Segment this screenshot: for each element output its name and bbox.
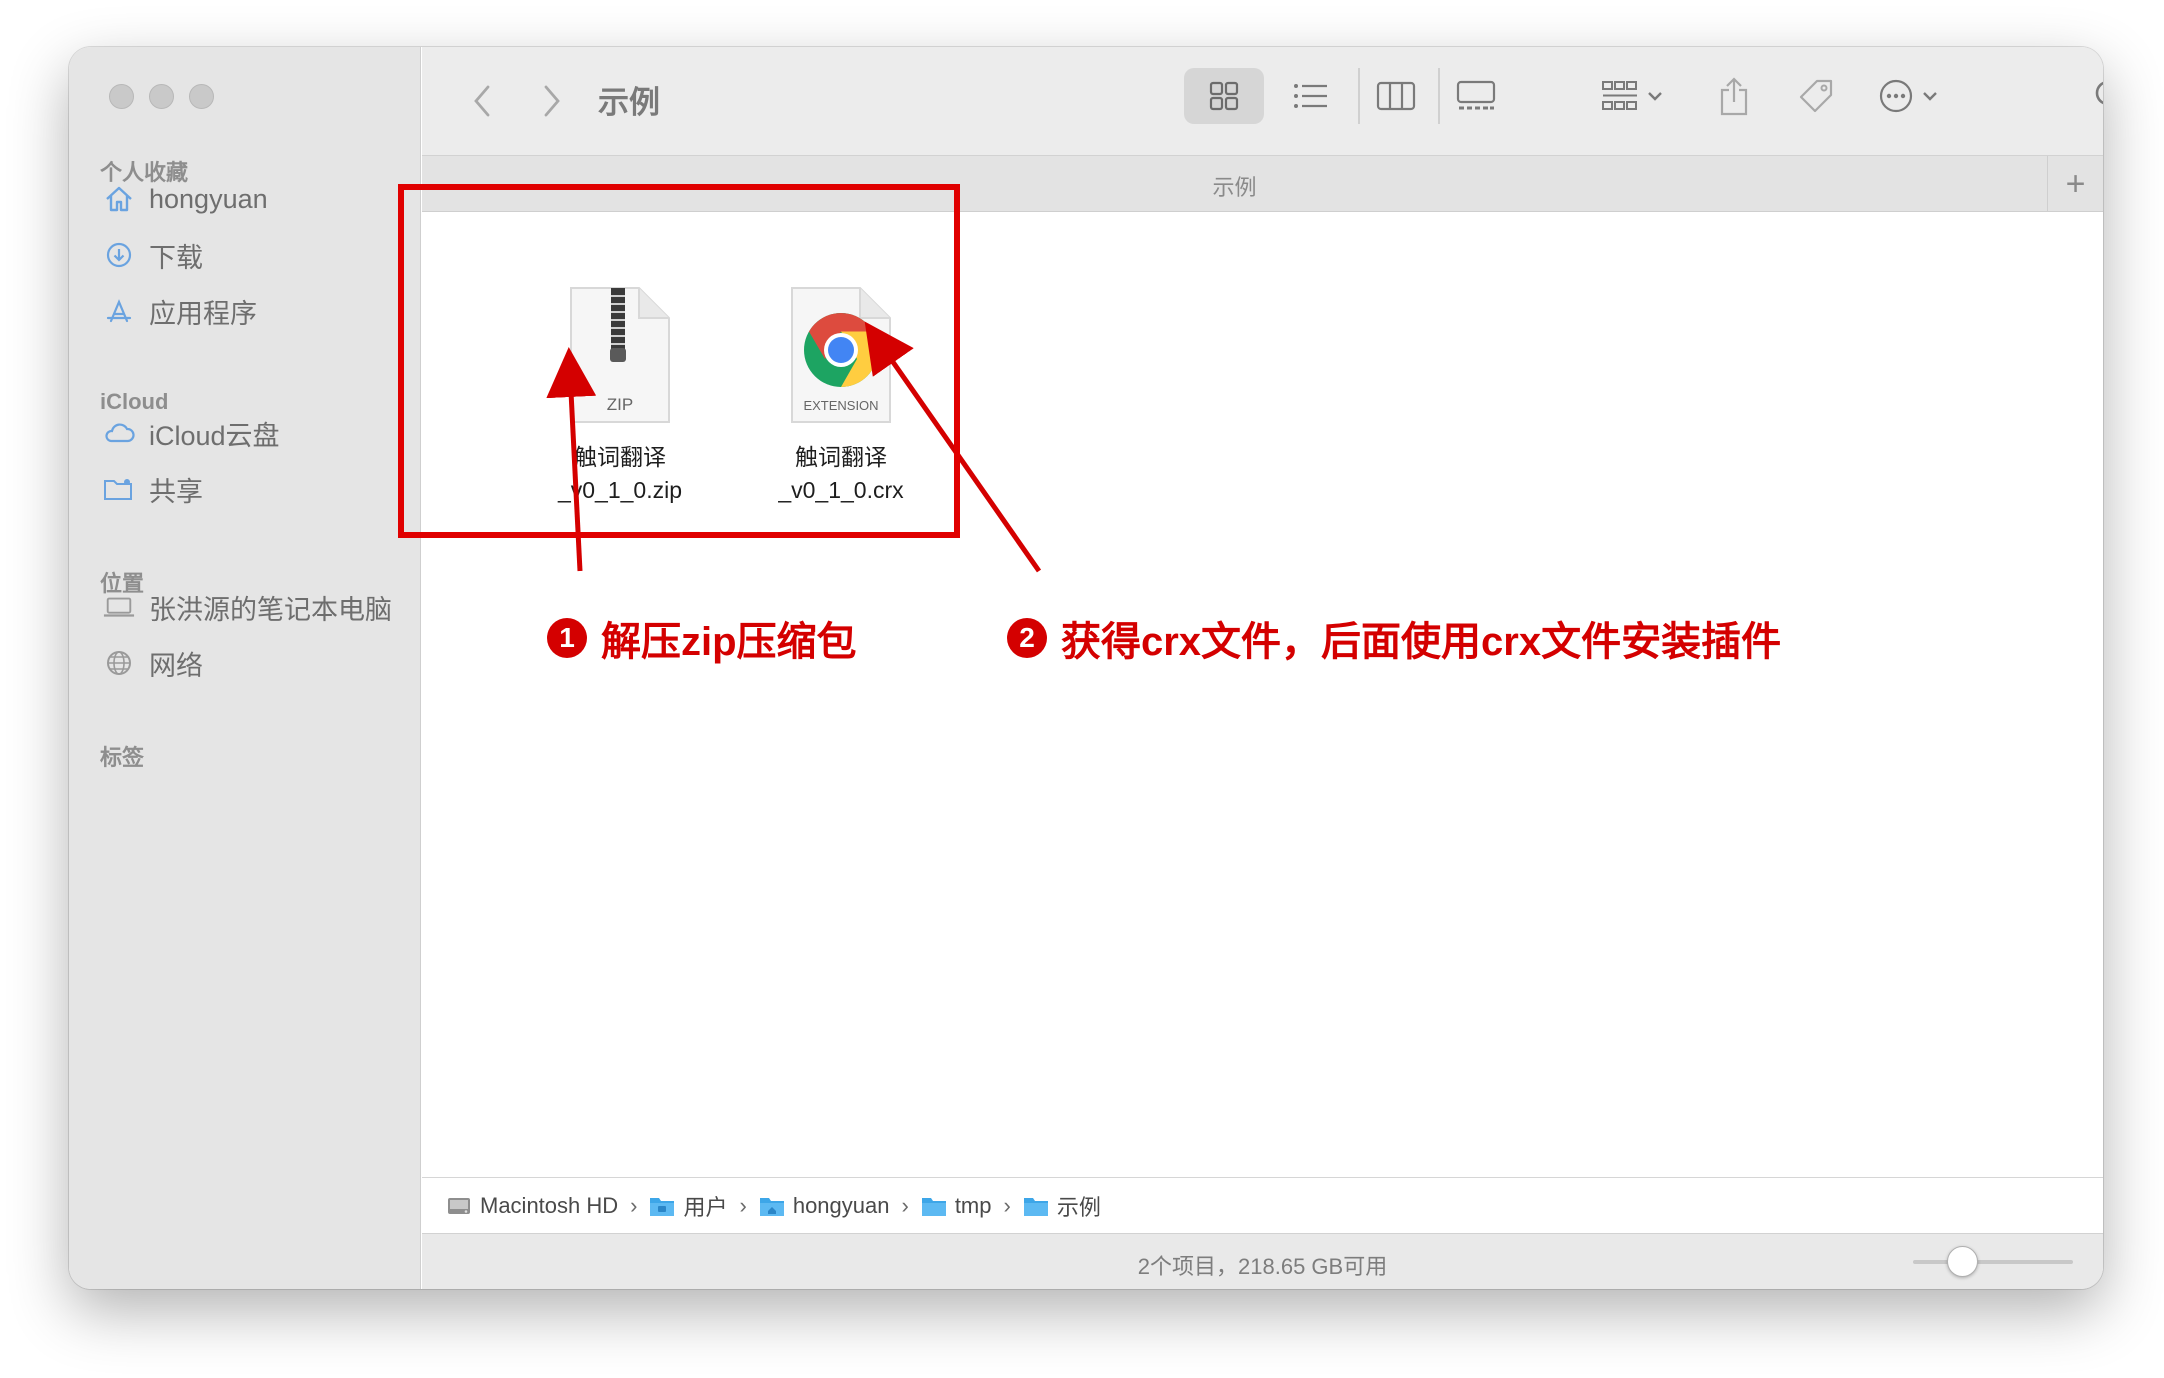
ellipsis-circle-icon xyxy=(1879,79,1913,113)
icloud-header: iCloud xyxy=(100,389,169,414)
path-item-label: hongyuan xyxy=(792,1192,890,1218)
back-button[interactable] xyxy=(462,81,502,121)
column-view-button[interactable] xyxy=(1358,68,1432,124)
window-controls xyxy=(109,84,214,109)
house-icon xyxy=(103,183,135,215)
globe-icon xyxy=(103,647,135,679)
folder-icon xyxy=(921,1197,946,1216)
sidebar-item-label: 网络 xyxy=(149,650,203,681)
annotation-1: 1 解压zip压缩包 xyxy=(547,609,857,667)
share-button[interactable] xyxy=(1706,68,1762,124)
path-item-label: 示例 xyxy=(1056,1194,1101,1220)
sidebar-item-icloud-drive[interactable]: iCloud云盘 xyxy=(103,413,280,453)
hard-drive-icon xyxy=(448,1197,470,1214)
download-icon xyxy=(103,239,135,271)
gallery-icon xyxy=(1456,80,1496,110)
list-view-button[interactable] xyxy=(1274,68,1348,124)
tags-header: 标签 xyxy=(100,745,145,770)
annotation-number: 1 xyxy=(547,618,587,658)
path-item-tmp[interactable]: tmp xyxy=(921,1193,992,1219)
sidebar-item-network[interactable]: 网络 xyxy=(103,643,203,683)
new-tab-button[interactable]: + xyxy=(2047,156,2103,212)
chevron-left-icon xyxy=(474,85,490,117)
home-folder-icon xyxy=(759,1197,784,1216)
group-by-button[interactable] xyxy=(1592,68,1672,124)
sidebar: 个人收藏 hongyuan 下载 应用程序 iCloud iCloud云盘 共享… xyxy=(69,47,421,1289)
folder-icon xyxy=(650,1197,675,1216)
toolbar: 示例 xyxy=(422,47,2103,155)
sidebar-item-label: 张洪源的笔记本电脑 xyxy=(149,594,392,625)
sidebar-item-label: hongyuan xyxy=(149,183,268,214)
columns-icon xyxy=(1376,81,1416,111)
annotation-number: 2 xyxy=(1007,618,1047,658)
minimize-button[interactable] xyxy=(149,84,174,109)
path-item-label: tmp xyxy=(954,1192,992,1218)
sidebar-item-shared[interactable]: 共享 xyxy=(103,469,203,509)
tag-button[interactable] xyxy=(1788,68,1844,124)
chevron-right-icon xyxy=(544,85,560,117)
path-item-macintosh-hd[interactable]: Macintosh HD xyxy=(446,1193,618,1219)
status-bar: 2个项目，218.65 GB可用 xyxy=(422,1233,2103,1289)
sidebar-item-label: 应用程序 xyxy=(149,298,257,329)
path-item-users[interactable]: 用户 xyxy=(649,1190,728,1222)
chevron-down-icon xyxy=(1648,92,1662,101)
search-icon xyxy=(2095,81,2103,105)
sidebar-item-applications[interactable]: 应用程序 xyxy=(103,291,257,331)
path-separator: › xyxy=(630,1192,638,1218)
tag-icon xyxy=(1799,79,1833,113)
sidebar-item-hongyuan[interactable]: hongyuan xyxy=(103,179,268,219)
path-separator: › xyxy=(901,1192,909,1218)
close-button[interactable] xyxy=(109,84,134,109)
finder-window: 个人收藏 hongyuan 下载 应用程序 iCloud iCloud云盘 共享… xyxy=(69,47,2103,1289)
forward-button[interactable] xyxy=(532,81,572,121)
folder-icon xyxy=(1023,1197,1048,1216)
window-title: 示例 xyxy=(598,85,660,120)
cloud-icon xyxy=(103,417,135,449)
more-actions-button[interactable] xyxy=(1868,68,1948,124)
list-icon xyxy=(1294,84,1327,108)
path-item-label: Macintosh HD xyxy=(480,1192,619,1218)
annotation-2: 2 获得crx文件，后面使用crx文件安装插件 xyxy=(1007,609,1781,667)
zoom-button[interactable] xyxy=(189,84,214,109)
path-item-label: 用户 xyxy=(683,1194,728,1220)
status-text: 2个项目，218.65 GB可用 xyxy=(1137,1254,1388,1279)
slider-knob[interactable] xyxy=(1947,1246,1978,1277)
sidebar-item-label: 下载 xyxy=(149,242,203,273)
sidebar-item-label: 共享 xyxy=(149,476,203,507)
annotation-text: 解压zip压缩包 xyxy=(601,620,857,664)
chevron-down-icon xyxy=(1923,92,1937,101)
path-bar: Macintosh HD › 用户 › hongyuan › tmp › 示例 xyxy=(422,1177,2103,1233)
icon-view-button[interactable] xyxy=(1184,68,1264,124)
annotation-text: 获得crx文件，后面使用crx文件安装插件 xyxy=(1061,620,1782,664)
sidebar-item-label: iCloud云盘 xyxy=(149,420,280,451)
applications-icon xyxy=(103,295,135,327)
gallery-view-button[interactable] xyxy=(1438,68,1512,124)
path-item-hongyuan[interactable]: hongyuan xyxy=(759,1192,890,1219)
path-separator: › xyxy=(739,1192,747,1218)
shared-folder-icon xyxy=(103,473,135,505)
sidebar-item-downloads[interactable]: 下载 xyxy=(103,235,203,275)
highlight-box xyxy=(398,184,960,538)
grid-icon xyxy=(1209,81,1239,111)
laptop-icon xyxy=(103,591,135,623)
path-separator: › xyxy=(1003,1192,1011,1218)
path-item-example[interactable]: 示例 xyxy=(1023,1190,1101,1222)
search-button[interactable] xyxy=(2083,68,2103,124)
group-grid-icon xyxy=(1602,81,1637,110)
sidebar-item-laptop[interactable]: 张洪源的笔记本电脑 xyxy=(103,587,392,627)
share-icon xyxy=(1720,77,1748,116)
icon-size-slider[interactable] xyxy=(1913,1246,2073,1277)
